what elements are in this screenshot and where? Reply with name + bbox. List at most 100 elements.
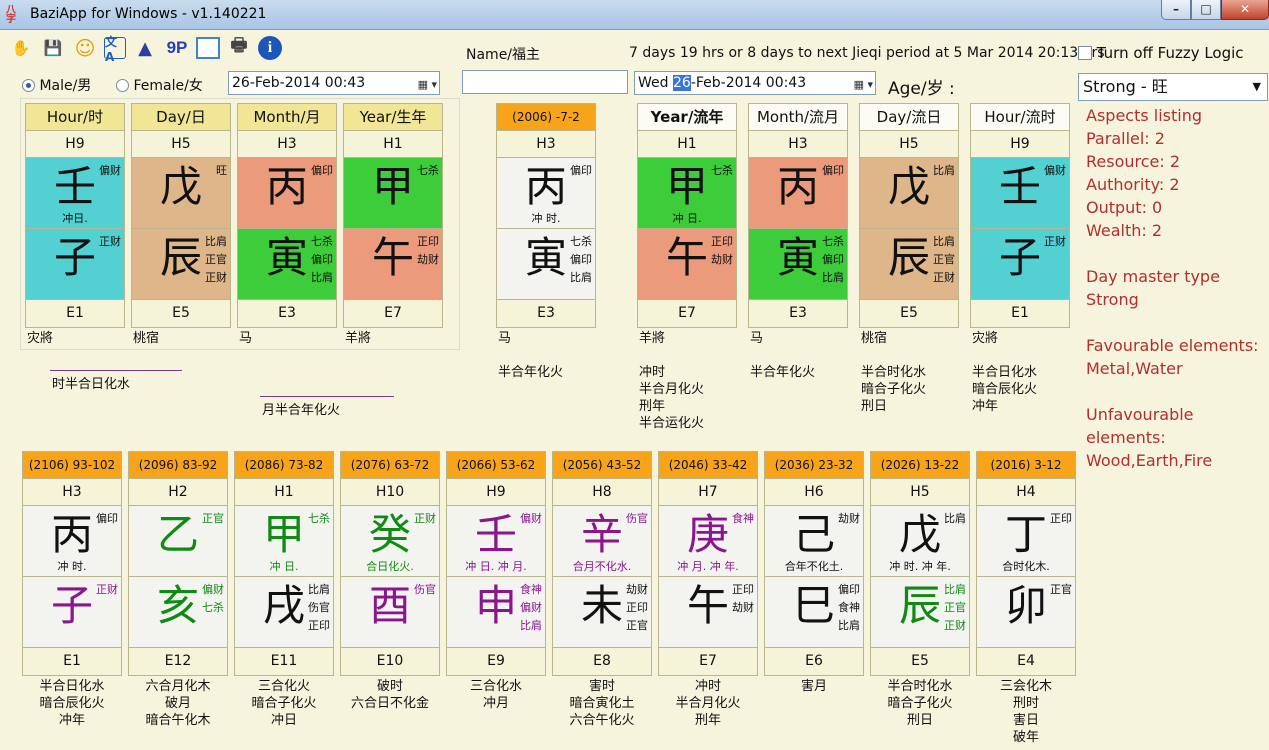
stem-cell[interactable]: 丙偏印冲 时. [496,158,596,229]
stem-cell[interactable]: 壬偏财冲 日. 冲 月. [446,506,546,577]
stem-cell[interactable]: 己劫财 合年不化土. [764,506,864,577]
note-line: 暗合寅化土 [569,696,635,711]
flow-pillar[interactable]: Hour/流时 H9 壬偏财子正财 E1 灾將 半合日化水 暗合辰化火 冲年 [970,103,1070,415]
flow-pillar[interactable]: Day/流日 H5 戊比肩辰比肩 正官 正财 E5 桃宿 半合时化水 暗合子化火 刑日 [859,103,959,415]
birth-datetime-picker[interactable]: 26-Feb-2014 00:43 ▦ ▾ [228,71,440,95]
pillar-notes: 三会化木 刑时 害日 破年 [976,678,1076,746]
natal-pillar[interactable]: Month/月 H3 丙偏印寅七杀 偏印 比肩 E3 马 [237,103,337,347]
natal-pillar[interactable]: Hour/时 H9 壬偏财 冲日. 子正财 E1 灾將 [25,103,125,347]
branch-cell[interactable]: 亥偏财 七杀 [128,577,228,648]
info-icon[interactable]: i [258,36,282,60]
branch-cell[interactable]: 戌比肩 伤官 正印 [234,577,334,648]
branch-cell[interactable]: 午正印 劫财 [658,577,758,648]
branch-cell[interactable]: 辰比肩 正官 正财 [859,229,959,300]
strength-select[interactable]: Strong - 旺 ▼ [1078,73,1268,101]
branch-cell[interactable]: 午正印 劫财 [637,229,737,300]
luck-pillar[interactable]: (2026) 13-22 H5 戊比肩冲 时. 冲 年. 辰比肩 正官 正财 E5 半合时化水… [870,451,970,729]
branch-cell[interactable]: 未劫财 正印 正官 [552,577,652,648]
stem-cell[interactable]: 辛伤官 合月不化水. [552,506,652,577]
calendar-dropdown-icon[interactable]: ▦ ▾ [411,74,437,92]
male-radio[interactable] [22,79,35,92]
branch-cell[interactable]: 寅七杀 偏印 比肩 [237,229,337,300]
open-icon[interactable]: ✋ [8,35,34,61]
smiley-icon[interactable]: ☺ [72,35,98,61]
stem-cell[interactable]: 甲七杀 [343,158,443,229]
ten-god-label: 伤官 [414,583,436,596]
flow-pillar[interactable]: Month/流月 H3 丙偏印寅七杀 偏印 比肩 E3 马半合年化火 [748,103,848,381]
pillar-notes: 六合月化木 破月 暗合午化木 [128,678,228,729]
gender-female-option[interactable]: Female/女 [116,75,203,95]
luck-pillar[interactable]: (2016) 3-12 H4 丁正印 合时化木. 卯正官 E4 三会化木 刑时 害日 破年 [976,451,1076,746]
gender-male-option[interactable]: Male/男 [22,75,91,95]
stem-cell[interactable]: 甲七杀冲 日. [234,506,334,577]
stem-cell[interactable]: 戊旺 [131,158,231,229]
close-button[interactable]: ✕ [1221,0,1269,20]
stem-cell[interactable]: 丙偏印 [237,158,337,229]
branch-cell[interactable]: 午正印 劫财 [343,229,443,300]
note-line: 害日 [1012,713,1039,728]
fuzzy-logic-checkbox[interactable] [1078,46,1092,60]
stem-interaction: 合日化火. [366,560,414,573]
stem-cell[interactable]: 壬偏财 冲日. [25,158,125,229]
branch-cell[interactable]: 酉伤官 [340,577,440,648]
luck-pillar[interactable]: (2096) 83-92 H2 乙正官亥偏财 七杀 E12 六合月化木 破月 暗合午化木 [128,451,228,729]
minimize-button[interactable]: – [1161,0,1191,20]
branch-cell[interactable]: 寅七杀 偏印 比肩 [496,229,596,300]
name-field[interactable] [462,70,628,94]
maximize-button[interactable]: □ [1191,0,1221,20]
nine-p-icon[interactable]: 9P [164,35,190,61]
female-radio[interactable] [116,79,129,92]
window-icon[interactable] [196,37,220,59]
stem-cell[interactable]: 庚食神冲 月. 冲 年. [658,506,758,577]
print-icon[interactable]: 🖶 [226,35,252,61]
flow-pillar[interactable]: Year/流年 H1 甲七杀冲 日. 午正印 劫财 E7 羊將 冲时 半合月化火 刑年 半合运化火 [637,103,737,432]
ten-god-label: 正财 [944,619,966,632]
branch-cell[interactable]: 辰比肩 正官 正财 [870,577,970,648]
branch-cell[interactable]: 卯正官 [976,577,1076,648]
ten-god-label: 正官 [626,619,648,632]
calendar-dropdown-icon[interactable]: ▦ ▾ [847,74,873,92]
branch-cell[interactable]: 子正财 [22,577,122,648]
combo-link-line [50,370,182,371]
natal-pillar[interactable]: Year/生年 H1 甲七杀午正印 劫财 E7 羊將 [343,103,443,347]
note-line: 桃宿 [133,331,160,346]
branch-cell[interactable]: 申食神 偏财 比肩 [446,577,546,648]
luck-pillar[interactable]: (2036) 23-32 H6 己劫财 合年不化土. 巳偏印 食神 比肩 E6 害月 [764,451,864,695]
translate-icon[interactable]: 文A [104,35,126,64]
stem-cell[interactable]: 癸正财 合日化火. [340,506,440,577]
branch-cell[interactable]: 寅七杀 偏印 比肩 [748,229,848,300]
stem-ten-god: 偏印 [822,162,844,180]
luck-pillar[interactable]: (2056) 43-52 H8 辛伤官 合月不化水. 未劫财 正印 正官 E8 害时 暗合寅化土六… [552,451,652,729]
luck-pillar[interactable]: (2076) 63-72 H10 癸正财 合日化火. 酉伤官 E10 破时 六合日不化金 [340,451,440,712]
pillar-element-code: E3 [496,300,596,328]
branch-cell[interactable]: 子正财 [25,229,125,300]
branch-ten-gods: 偏财 七杀 [202,581,224,617]
branch-cell[interactable]: 辰比肩 正官 正财 [131,229,231,300]
stem-ten-god: 偏财 [99,162,121,180]
ten-god-label: 比肩 [822,271,844,284]
luck-pillar[interactable]: (2086) 73-82 H1 甲七杀冲 日. 戌比肩 伤官 正印 E11 三合化火 暗合子化火… [234,451,334,729]
pillar-element-code: E6 [764,648,864,676]
stem-cell[interactable]: 甲七杀冲 日. [637,158,737,229]
luck-pillar[interactable]: (2066) 53-62 H9 壬偏财冲 日. 冲 月. 申食神 偏财 比肩 E9 三合化水冲… [446,451,546,712]
stem-cell[interactable]: 丙偏印 [748,158,848,229]
pillar-label: Day/日 [131,103,231,131]
luck-pillar[interactable]: (2046) 33-42 H7 庚食神冲 月. 冲 年. 午正印 劫财 E7 冲时 半合月化火… [658,451,758,729]
stem-cell[interactable]: 乙正官 [128,506,228,577]
save-icon[interactable]: 💾 [40,35,66,61]
stem-cell[interactable]: 壬偏财 [970,158,1070,229]
stem-cell[interactable]: 丙偏印冲 时. [22,506,122,577]
luck-pillar[interactable]: (2106) 93-102 H3 丙偏印冲 时. 子正财 E1 半合日化水 暗合辰化火 冲年 [22,451,122,729]
stem-cell[interactable]: 丁正印 合时化木. [976,506,1076,577]
stem-cell[interactable]: 戊比肩 [859,158,959,229]
stem-cell[interactable]: 戊比肩冲 时. 冲 年. [870,506,970,577]
ten-god-label: 劫财 [417,253,439,266]
pillar-label: (2106) 93-102 [22,451,122,479]
branch-cell[interactable]: 巳偏印 食神 比肩 [764,577,864,648]
wizard-icon[interactable]: ▲ [132,35,158,61]
branch-cell[interactable]: 子正财 [970,229,1070,300]
natal-pillar[interactable]: Day/日 H5 戊旺辰比肩 正官 正财 E5 桃宿 [131,103,231,347]
current-datetime-picker[interactable]: Wed 26-Feb-2014 00:43 ▦ ▾ [634,71,876,95]
current-luck-pillar[interactable]: (2006) -7-2 H3 丙偏印冲 时. 寅七杀 偏印 比肩 E3 马半合年化火 [496,103,596,381]
fuzzy-logic-toggle[interactable]: Turn off Fuzzy Logic [1078,44,1244,62]
